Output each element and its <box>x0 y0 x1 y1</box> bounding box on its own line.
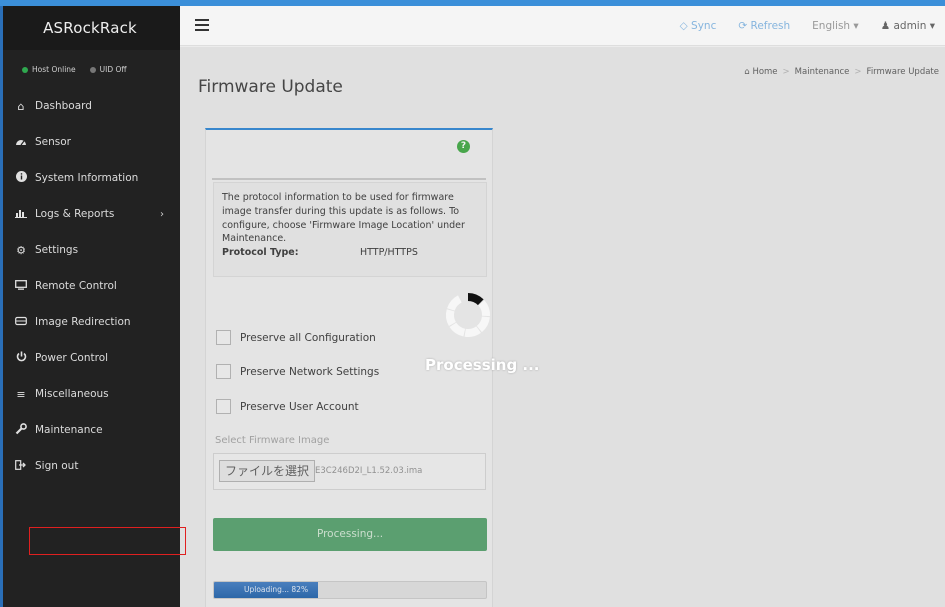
user-icon: ♟ <box>880 20 891 32</box>
bar-chart-icon <box>14 208 28 221</box>
user-menu[interactable]: ♟ admin ▾ <box>881 20 935 32</box>
sidebar-item-power-control[interactable]: Power Control <box>0 340 180 376</box>
uid-off-indicator-icon <box>89 66 96 73</box>
sidebar-item-remote-control[interactable]: Remote Control <box>0 268 180 304</box>
sidebar-item-settings[interactable]: ⚙ Settings <box>0 232 180 268</box>
processing-overlay-text: Processing ... <box>425 356 540 374</box>
header-actions: ◇ Sync ⟳ Refresh English ▾ ♟ admin ▾ <box>680 6 935 46</box>
hamburger-menu-icon[interactable] <box>195 19 209 31</box>
window-left-border <box>0 6 3 607</box>
sync-icon: ◇ <box>679 20 688 32</box>
host-online-indicator-icon <box>22 66 28 73</box>
chevron-right-icon: › <box>160 208 164 220</box>
language-dropdown[interactable]: English ▾ <box>812 20 859 32</box>
caret-down-icon: ▾ <box>929 20 935 32</box>
loading-spinner-icon <box>446 292 490 338</box>
status-row: Host Online UID Off <box>0 50 180 88</box>
sidebar-item-logs-reports[interactable]: Logs & Reports › <box>0 196 180 232</box>
monitor-icon <box>14 279 28 293</box>
sidebar-item-sign-out[interactable]: Sign out <box>0 448 180 484</box>
sidebar: ASRockRack Host Online UID Off ⌂ Dashboa… <box>0 6 180 607</box>
progress-highlight-annotation <box>29 527 186 555</box>
sidebar-item-maintenance[interactable]: Maintenance <box>0 412 180 448</box>
sidebar-item-sensor[interactable]: Sensor <box>0 124 180 160</box>
dashboard-gauge-icon <box>14 136 28 149</box>
top-header: ◇ Sync ⟳ Refresh English ▾ ♟ admin ▾ <box>180 6 945 46</box>
sync-link[interactable]: ◇ Sync <box>680 20 717 32</box>
sidebar-item-dashboard[interactable]: ⌂ Dashboard <box>0 88 180 124</box>
caret-down-icon: ▾ <box>853 20 859 32</box>
sidebar-item-image-redirection[interactable]: Image Redirection <box>0 304 180 340</box>
sidebar-item-miscellaneous[interactable]: ≡ Miscellaneous <box>0 376 180 412</box>
refresh-icon: ⟳ <box>738 20 748 32</box>
processing-overlay <box>180 47 945 607</box>
uid-status[interactable]: UID Off <box>89 65 127 74</box>
sign-out-icon <box>14 459 28 473</box>
menu-lines-icon: ≡ <box>16 387 26 401</box>
brand-logo[interactable]: ASRockRack <box>0 6 180 50</box>
drive-icon <box>14 316 28 329</box>
wrench-icon <box>14 422 28 438</box>
refresh-link[interactable]: ⟳ Refresh <box>738 20 790 32</box>
power-icon <box>14 351 28 365</box>
host-status: Host Online <box>22 65 76 74</box>
gear-icon: ⚙ <box>16 243 26 257</box>
info-icon <box>14 171 28 185</box>
home-icon: ⌂ <box>17 99 25 113</box>
sidebar-item-system-information[interactable]: System Information <box>0 160 180 196</box>
